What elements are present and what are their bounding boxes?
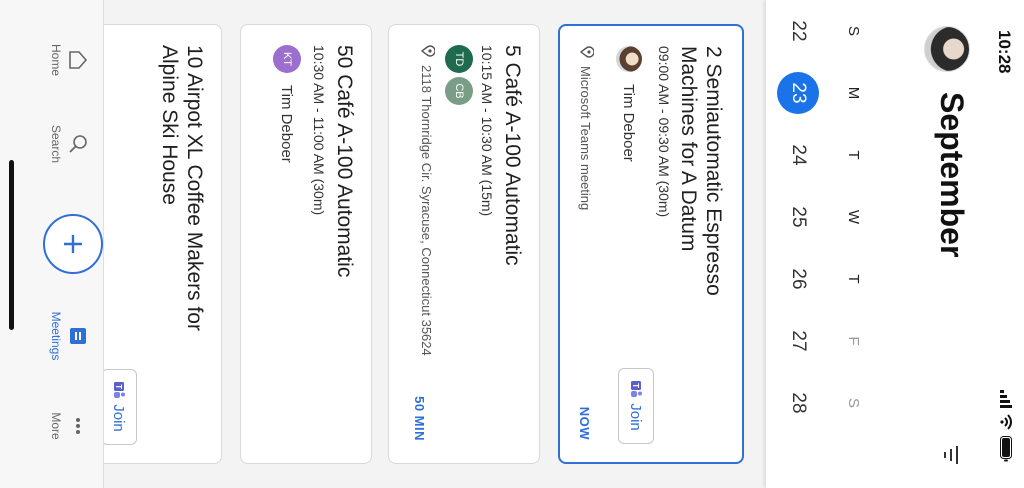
svg-text:T: T	[631, 383, 640, 388]
date-label: 23	[777, 72, 819, 114]
nav-more[interactable]: More	[49, 386, 89, 466]
svg-text:T: T	[114, 384, 123, 389]
calendar-header: September S M T W T F S 22 23 24 25 26 2…	[766, 0, 984, 488]
meeting-title: 2 Semiautomatic Espresso Machines for A …	[677, 46, 725, 296]
join-button[interactable]: T Join	[618, 368, 654, 444]
join-label: Join	[110, 404, 128, 432]
date-cell[interactable]: 28	[780, 372, 816, 434]
date-label: 22	[788, 20, 809, 42]
attendees: TD CB	[445, 45, 473, 105]
organizer: Tim Deboer	[616, 46, 642, 162]
meeting-title: 5 Café A-100 Automatic	[501, 45, 524, 266]
date-label: 27	[788, 330, 809, 352]
new-meeting-button[interactable]	[43, 214, 103, 274]
date-label: 28	[788, 392, 809, 414]
filter-menu-icon[interactable]	[944, 446, 958, 464]
meeting-time: 10:30 AM - 11:00 AM (30m)	[311, 45, 327, 216]
meeting-time: 09:00 AM - 09:30 AM (30m)	[656, 46, 672, 218]
battery-icon	[1000, 436, 1012, 462]
weekday-label: W	[845, 209, 862, 225]
status-icons	[1000, 390, 1012, 462]
organizer-name: Tim Deboer	[278, 85, 296, 163]
date-label: 25	[788, 206, 809, 228]
meeting-title: 50 Café A-100 Automatic	[333, 45, 356, 278]
weekday-row: S M T W T F S	[845, 0, 862, 488]
user-avatar[interactable]	[924, 26, 970, 72]
organizer-avatar: KT	[273, 45, 301, 73]
meeting-card[interactable]: 10 Airpot XL Coffee Makers for Alpine Sk…	[90, 24, 222, 464]
date-cell[interactable]: 27	[780, 310, 816, 372]
weekday-label: T	[845, 150, 862, 160]
weekday-label: T	[845, 274, 862, 284]
date-cell[interactable]: 26	[780, 248, 816, 310]
signal-icon	[1000, 390, 1012, 408]
date-label: 24	[788, 144, 809, 166]
meetings-icon	[70, 328, 86, 344]
attendee-avatar: CB	[445, 77, 473, 105]
meeting-card[interactable]: 2 Semiautomatic Espresso Machines for A …	[558, 24, 744, 464]
home-icon	[69, 51, 88, 69]
nav-home-label: Home	[49, 43, 63, 76]
weekday-label: F	[845, 336, 862, 346]
date-cell[interactable]: 22	[780, 0, 816, 62]
join-button[interactable]: T Join	[101, 369, 137, 445]
status-time: 10:28	[995, 30, 1014, 74]
teams-icon: T	[631, 381, 642, 398]
bottom-nav: Home Search Meetings More	[0, 0, 104, 488]
search-icon	[69, 135, 87, 153]
location-pin-icon	[421, 45, 435, 57]
meeting-title: 10 Airpot XL Coffee Makers for Alpine Sk…	[158, 45, 206, 331]
date-cell-selected[interactable]: 23	[777, 62, 819, 124]
status-badge: 50 MIN	[412, 396, 427, 441]
location-pin-icon	[580, 46, 594, 58]
nav-home[interactable]: Home	[49, 20, 89, 100]
meeting-time: 10:15 AM - 10:30 AM (15m)	[479, 45, 495, 217]
app-screen: 10:28 September S M T W T F S 22 23 24 2…	[0, 0, 1024, 488]
nav-meetings[interactable]: Meetings	[49, 296, 89, 376]
location-text: Microsoft Teams meeting	[578, 66, 593, 211]
join-label: Join	[627, 403, 645, 431]
nav-more-label: More	[49, 412, 63, 440]
location-text: 2118 Thornridge Cir. Syracuse, Connectic…	[419, 65, 434, 356]
date-cell[interactable]: 24	[780, 124, 816, 186]
meeting-location: 2118 Thornridge Cir. Syracuse, Connectic…	[418, 45, 435, 375]
nav-search[interactable]: Search	[49, 104, 89, 184]
organizer-name: Tim Deboer	[620, 84, 638, 162]
nav-search-label: Search	[49, 124, 63, 164]
home-indicator[interactable]	[9, 160, 14, 330]
weekday-label: M	[845, 86, 862, 100]
status-bar: 10:28	[984, 0, 1024, 488]
organizer: KT Tim Deboer	[273, 45, 301, 163]
meeting-card[interactable]: 50 Café A-100 Automatic 10:30 AM - 11:00…	[240, 24, 372, 464]
nav-meetings-label: Meetings	[49, 311, 63, 361]
organizer-avatar	[616, 46, 642, 72]
weekday-label: S	[845, 25, 862, 36]
meeting-location: Microsoft Teams meeting	[577, 46, 594, 210]
status-badge: NOW	[577, 406, 592, 440]
date-cell[interactable]: 25	[780, 186, 816, 248]
plus-icon	[64, 235, 82, 253]
meeting-card[interactable]: 5 Café A-100 Automatic 10:15 AM - 10:30 …	[388, 24, 540, 464]
attendee-avatar: TD	[445, 45, 473, 73]
more-dots-icon	[76, 418, 80, 434]
weekday-label: S	[845, 397, 862, 408]
month-title[interactable]: September	[933, 92, 970, 257]
wifi-icon	[1000, 414, 1012, 430]
date-label: 26	[788, 268, 809, 290]
date-row: 22 23 24 25 26 27 28	[777, 0, 819, 488]
teams-icon: T	[114, 382, 125, 399]
